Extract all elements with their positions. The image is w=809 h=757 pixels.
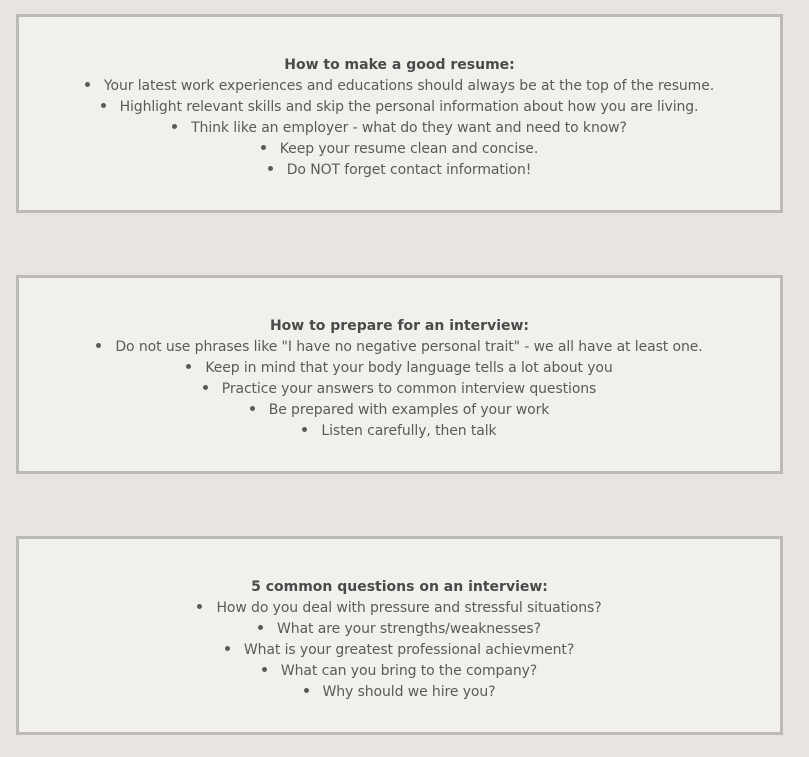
common-questions-title: 5 common questions on an interview: bbox=[251, 579, 548, 595]
list-item: Be prepared with examples of your work bbox=[96, 400, 702, 421]
bullet-icon bbox=[96, 342, 102, 348]
list-item-text: Keep in mind that your body language tel… bbox=[205, 360, 613, 376]
list-item: Why should we hire you? bbox=[197, 682, 601, 703]
list-item-text: How do you deal with pressure and stress… bbox=[216, 600, 602, 616]
bullet-icon bbox=[261, 666, 267, 672]
common-questions-card: 5 common questions on an interview: How … bbox=[16, 536, 783, 735]
bullet-icon bbox=[197, 603, 203, 609]
bullet-icon bbox=[84, 81, 90, 87]
bullet-icon bbox=[302, 426, 308, 432]
bullet-icon bbox=[267, 165, 273, 171]
list-item: Keep in mind that your body language tel… bbox=[96, 358, 702, 379]
resume-tips-card: How to make a good resume: Your latest w… bbox=[16, 14, 783, 213]
list-item: Your latest work experiences and educati… bbox=[84, 76, 715, 97]
list-item-text: Do not use phrases like "I have no negat… bbox=[115, 339, 703, 355]
list-item-text: Why should we hire you? bbox=[322, 684, 496, 700]
list-item-text: Practice your answers to common intervie… bbox=[221, 381, 597, 397]
bullet-icon bbox=[258, 624, 264, 630]
list-item: Practice your answers to common intervie… bbox=[96, 379, 702, 400]
list-item: Highlight relevant skills and skip the p… bbox=[85, 97, 714, 118]
common-questions-list: How do you deal with pressure and stress… bbox=[197, 598, 602, 703]
bullet-icon bbox=[100, 102, 106, 108]
list-item-text: What are your strengths/weaknesses? bbox=[277, 621, 541, 637]
list-item: What are your strengths/weaknesses? bbox=[197, 619, 601, 640]
list-item: Think like an employer - what do they wa… bbox=[85, 118, 714, 139]
bullet-icon bbox=[224, 645, 230, 651]
list-item-text: What can you bring to the company? bbox=[280, 663, 538, 679]
list-item-text: Keep your resume clean and concise. bbox=[279, 141, 539, 157]
list-item: Listen carefully, then talk bbox=[96, 421, 702, 442]
list-item: How do you deal with pressure and stress… bbox=[197, 598, 602, 619]
resume-tips-list: Your latest work experiences and educati… bbox=[84, 76, 715, 181]
bullet-icon bbox=[303, 687, 309, 693]
list-item: Do not use phrases like "I have no negat… bbox=[96, 337, 703, 358]
list-item-text: Highlight relevant skills and skip the p… bbox=[119, 99, 699, 115]
resume-tips-title: How to make a good resume: bbox=[284, 57, 515, 73]
list-item-text: What is your greatest professional achie… bbox=[243, 642, 575, 658]
list-item-text: Listen carefully, then talk bbox=[321, 423, 497, 439]
bullet-icon bbox=[260, 144, 266, 150]
list-item-text: Think like an employer - what do they wa… bbox=[191, 120, 627, 136]
list-item-text: Be prepared with examples of your work bbox=[268, 402, 550, 418]
bullet-icon bbox=[249, 405, 255, 411]
bullet-icon bbox=[186, 363, 192, 369]
list-item: What can you bring to the company? bbox=[197, 661, 601, 682]
interview-prep-card: How to prepare for an interview: Do not … bbox=[16, 275, 783, 474]
list-item: Do NOT forget contact information! bbox=[85, 160, 714, 181]
interview-prep-title: How to prepare for an interview: bbox=[269, 318, 530, 334]
list-item: Keep your resume clean and concise. bbox=[85, 139, 714, 160]
bullet-icon bbox=[172, 123, 178, 129]
bullet-icon bbox=[202, 384, 208, 390]
list-item-text: Your latest work experiences and educati… bbox=[103, 78, 715, 94]
list-item: What is your greatest professional achie… bbox=[197, 640, 601, 661]
interview-prep-list: Do not use phrases like "I have no negat… bbox=[96, 337, 703, 442]
list-item-text: Do NOT forget contact information! bbox=[286, 162, 532, 178]
